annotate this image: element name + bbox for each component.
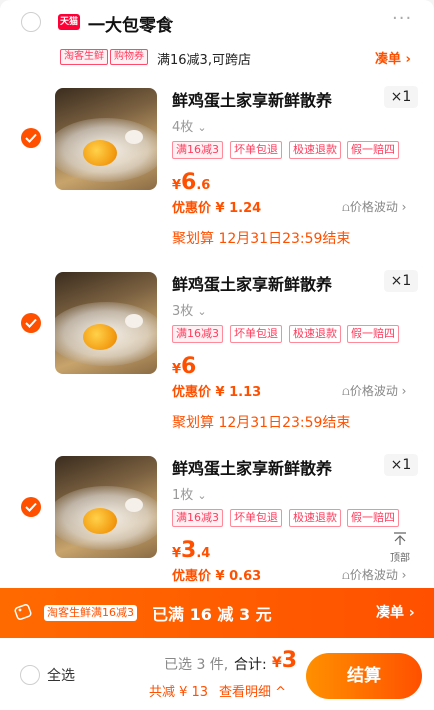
store-select-radio[interactable] xyxy=(21,12,41,32)
store-tag-fresh: 淘客生鲜 xyxy=(60,49,108,65)
checkout-button[interactable]: 结算 xyxy=(306,653,422,699)
item-1-flash-sale: 聚划算 12月31日23:59结束 xyxy=(172,231,351,247)
chevron-right-icon[interactable]: › xyxy=(166,12,172,28)
store-name[interactable]: 一大包零食 xyxy=(88,11,173,36)
price-chart-icon: ⩍ xyxy=(342,200,350,214)
chevron-down-icon: ⌄ xyxy=(197,121,207,134)
item-2-flash-sale: 聚划算 12月31日23:59结束 xyxy=(172,415,351,431)
promo-banner[interactable]: 淘客生鲜满16减3 已满 16 减 3 元 凑单 › xyxy=(0,588,434,638)
item-1-deal-price: 优惠价 ¥ 1.24 xyxy=(172,201,262,216)
item-3-tag-genuine: 假一赔四 xyxy=(347,509,399,527)
item-2-tag-fast: 极速退款 xyxy=(289,325,341,343)
chevron-down-icon: ⌄ xyxy=(197,305,207,318)
item-3-quantity[interactable]: ×1 xyxy=(384,454,418,476)
price-chart-icon: ⩍ xyxy=(342,384,350,398)
item-1-tag-fast: 极速退款 xyxy=(289,141,341,159)
item-3-tag-fast: 极速退款 xyxy=(289,509,341,527)
item-2-quantity[interactable]: ×1 xyxy=(384,270,418,292)
item-3-title[interactable]: 鲜鸡蛋土家享新鲜散养 xyxy=(172,455,332,479)
item-3-spec[interactable]: 1枚 ⌄ xyxy=(172,484,207,503)
check-icon xyxy=(25,318,37,328)
view-detail-link[interactable]: 查看明细 ^ xyxy=(219,681,286,700)
price-chart-icon: ⩍ xyxy=(342,568,350,582)
item-3-price: ¥3.4 xyxy=(172,538,211,563)
item-2-checkbox[interactable] xyxy=(21,313,41,333)
select-all-radio[interactable] xyxy=(20,665,40,685)
item-1-quantity[interactable]: ×1 xyxy=(384,86,418,108)
item-2-tag-refund: 坏单包退 xyxy=(230,325,282,343)
item-1-checkbox[interactable] xyxy=(21,128,41,148)
item-1-tag-refund: 坏单包退 xyxy=(230,141,282,159)
check-icon xyxy=(25,133,37,143)
item-2-spec[interactable]: 3枚 ⌄ xyxy=(172,300,207,319)
banner-text: 已满 16 减 3 元 xyxy=(152,605,272,624)
store-cou-link[interactable]: 凑单 › xyxy=(375,48,411,67)
item-2-title[interactable]: 鲜鸡蛋土家享新鲜散养 xyxy=(172,271,332,295)
item-1-spec[interactable]: 4枚 ⌄ xyxy=(172,116,207,135)
item-1-title[interactable]: 鲜鸡蛋土家享新鲜散养 xyxy=(172,87,332,111)
item-2-tag-discount: 满16减3 xyxy=(172,325,223,343)
item-1-image[interactable] xyxy=(55,88,157,190)
selected-count: 已选 3 件, xyxy=(164,657,229,673)
item-3-checkbox[interactable] xyxy=(21,497,41,517)
item-1-tag-discount: 满16减3 xyxy=(172,141,223,159)
shop-card: 天猫 一大包零食 › ··· 淘客生鲜 购物券 满16减3,可跨店 凑单 › 鲜… xyxy=(0,0,434,600)
store-tag-coupon: 购物券 xyxy=(110,49,148,65)
item-1-tag-genuine: 假一赔四 xyxy=(347,141,399,159)
item-2-deal-price: 优惠价 ¥ 1.13 xyxy=(172,385,262,400)
more-icon[interactable]: ··· xyxy=(392,8,412,29)
item-3-tag-refund: 坏单包退 xyxy=(230,509,282,527)
coupon-tag-icon xyxy=(14,604,32,620)
store-promo-text: 满16减3,可跨店 xyxy=(157,53,251,68)
item-3-image[interactable] xyxy=(55,456,157,558)
item-2-price-wave[interactable]: ⩍价格波动 › xyxy=(342,382,406,399)
item-3-tag-discount: 满16减3 xyxy=(172,509,223,527)
item-3-deal-price: 优惠价 ¥ 0.63 xyxy=(172,569,262,584)
check-icon xyxy=(25,502,37,512)
item-2-tag-genuine: 假一赔四 xyxy=(347,325,399,343)
tmall-badge: 天猫 xyxy=(58,14,80,30)
item-1-price: ¥6.6 xyxy=(172,170,211,195)
total-saving: 共减 ¥ 13 xyxy=(149,685,209,700)
item-1-price-wave[interactable]: ⩍价格波动 › xyxy=(342,198,406,215)
select-all-label[interactable]: 全选 xyxy=(47,665,75,685)
item-2-price: ¥6 xyxy=(172,354,197,379)
banner-cou-link[interactable]: 凑单 › xyxy=(376,602,415,622)
item-2-image[interactable] xyxy=(55,272,157,374)
banner-tag: 淘客生鲜满16减3 xyxy=(44,605,137,621)
arrow-up-icon xyxy=(394,532,406,545)
item-3-price-wave[interactable]: ⩍价格波动 › xyxy=(342,566,406,583)
total-label: 合计: xyxy=(234,657,267,673)
back-to-top-button[interactable]: 顶部 xyxy=(386,532,414,564)
total-value: ¥3 xyxy=(272,648,298,673)
checkout-bar: 全选 已选 3 件, 合计: ¥3 共减 ¥ 13 查看明细 ^ 结算 xyxy=(0,638,434,710)
chevron-down-icon: ⌄ xyxy=(197,489,207,502)
